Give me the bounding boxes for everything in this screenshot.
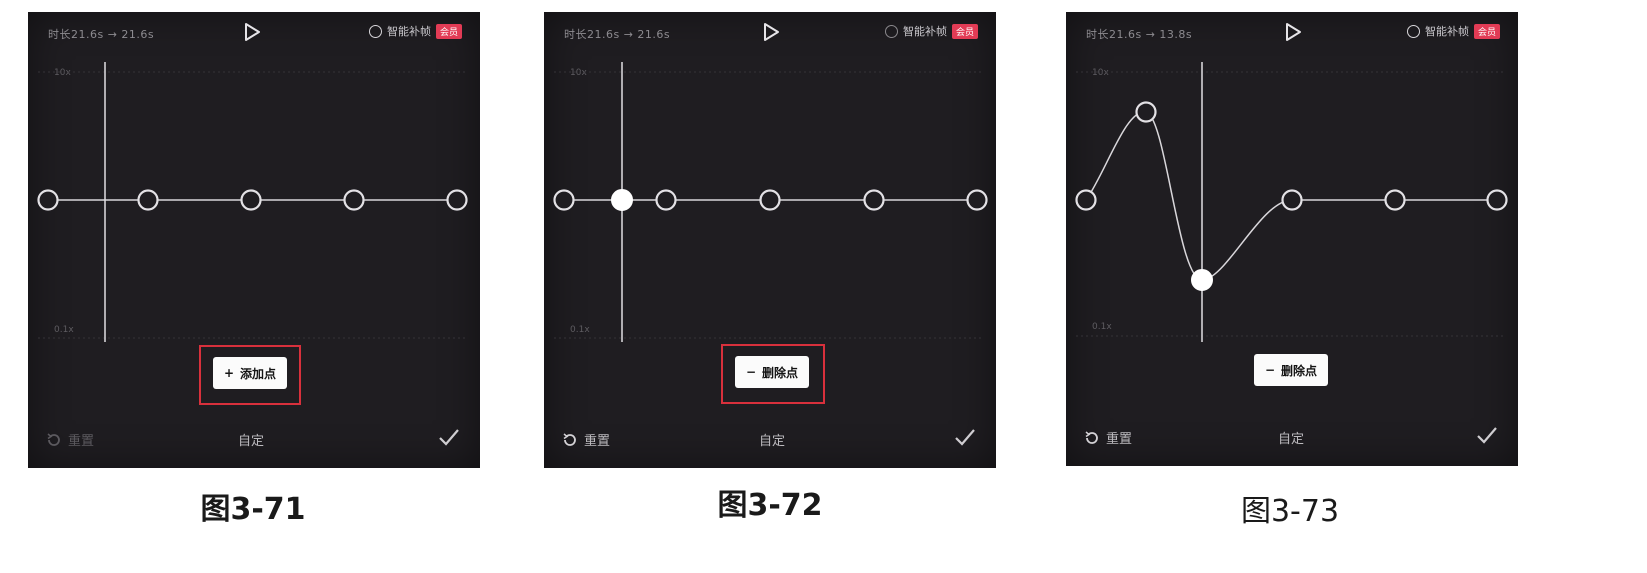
speed-curve-graph[interactable] (1066, 12, 1518, 466)
control-point-icon[interactable] (1281, 189, 1303, 211)
reset-label: 重置 (584, 434, 611, 449)
figure-caption-3: 图3-73 (1240, 494, 1340, 529)
panel-mode-title: 自定 (1277, 432, 1305, 447)
panel-mode-title: 自定 (758, 434, 786, 449)
control-point-icon[interactable] (137, 189, 159, 211)
control-point-icon[interactable] (1486, 189, 1508, 211)
speed-curve-panel-1: 时长21.6s → 21.6s 智能补帧 会员 10x 0.1x + 添加点 重… (28, 12, 480, 468)
panel-bottom-bar: 重置 自定 (544, 406, 996, 468)
selected-point-icon[interactable] (611, 189, 633, 211)
delete-icon: − (1264, 363, 1276, 377)
add-icon: + (223, 366, 235, 380)
control-point-icon[interactable] (1075, 189, 1097, 211)
control-point-icon[interactable] (37, 189, 59, 211)
speed-curve-panel-3: 时长21.6s → 13.8s 智能补帧 会员 10x 0.1x − 删除点 重… (1066, 12, 1518, 466)
control-point-icon[interactable] (655, 189, 677, 211)
control-point-icon[interactable] (1384, 189, 1406, 211)
panel-bottom-bar: 重置 自定 (28, 406, 480, 468)
check-icon[interactable] (436, 424, 462, 450)
delete-point-button[interactable]: − 删除点 (735, 356, 809, 388)
speed-curve-panel-2: 时长21.6s → 21.6s 智能补帧 会员 10x 0.1x − 删除点 重… (544, 12, 996, 468)
reset-button[interactable]: 重置 (1084, 428, 1132, 447)
reset-icon (1085, 430, 1098, 444)
delete-point-label: 删除点 (1281, 363, 1318, 378)
reset-icon (563, 432, 576, 446)
reset-label: 重置 (1106, 432, 1133, 447)
reset-label: 重置 (68, 434, 95, 449)
add-point-button[interactable]: + 添加点 (213, 357, 287, 389)
control-point-icon[interactable] (966, 189, 988, 211)
selected-point-icon[interactable] (1191, 269, 1213, 291)
panel-mode-title: 自定 (237, 434, 265, 449)
control-point-icon[interactable] (1135, 101, 1157, 123)
delete-icon: − (745, 365, 757, 379)
check-icon[interactable] (1474, 422, 1500, 448)
control-point-icon[interactable] (759, 189, 781, 211)
reset-button[interactable]: 重置 (46, 430, 94, 449)
check-icon[interactable] (952, 424, 978, 450)
delete-point-label: 删除点 (762, 365, 799, 380)
add-point-label: 添加点 (240, 366, 277, 381)
control-point-icon[interactable] (446, 189, 468, 211)
reset-icon (47, 432, 60, 446)
delete-point-button[interactable]: − 删除点 (1254, 354, 1328, 386)
figure-caption-1: 图3-71 (200, 492, 306, 527)
control-point-icon[interactable] (343, 189, 365, 211)
control-point-icon[interactable] (863, 189, 885, 211)
control-point-icon[interactable] (553, 189, 575, 211)
panel-bottom-bar: 重置 自定 (1066, 404, 1518, 466)
figure-caption-2: 图3-72 (717, 488, 823, 523)
control-point-icon[interactable] (240, 189, 262, 211)
reset-button[interactable]: 重置 (562, 430, 610, 449)
